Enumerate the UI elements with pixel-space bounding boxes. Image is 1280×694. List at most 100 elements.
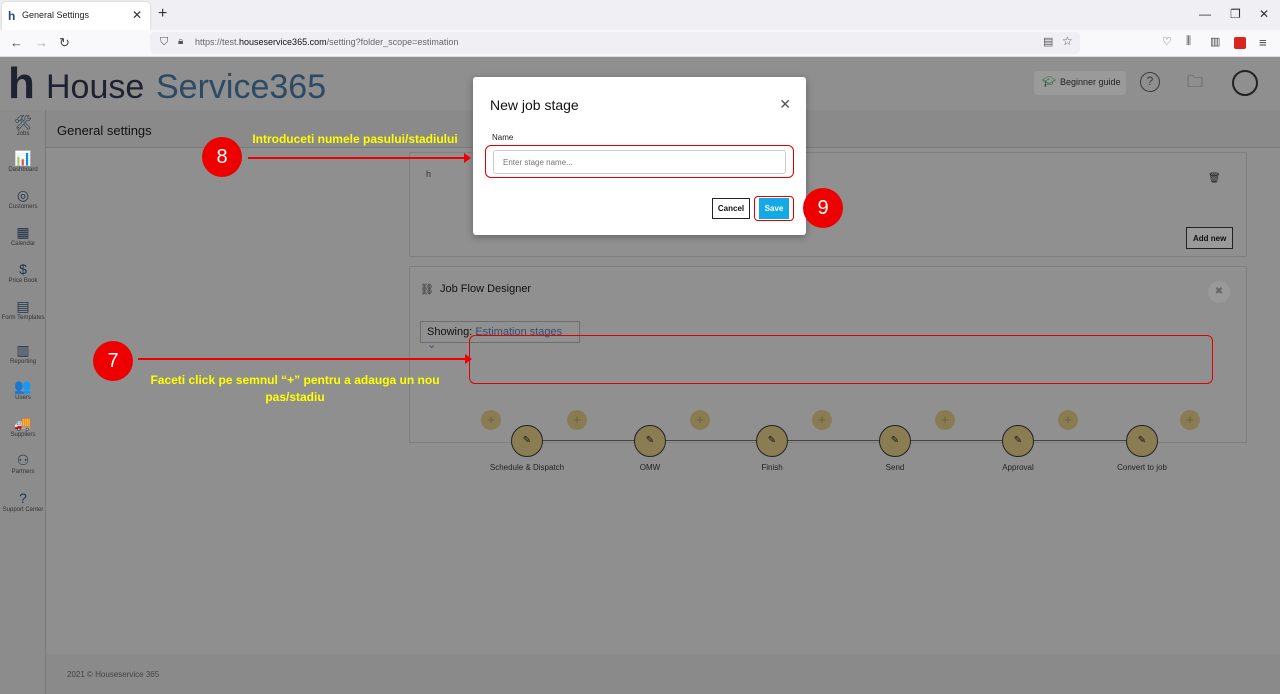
partners-icon: ⚇ [16,452,30,468]
cancel-button[interactable]: Cancel [712,198,750,219]
sidebar-item-customers[interactable]: ◎ Customers [0,187,46,210]
page-title: General settings [57,123,152,138]
sidebar-item-label: Jobs [16,131,30,137]
pocket-icon[interactable]: ♡ [1162,35,1172,48]
logo-text-service: Service365 [156,68,327,106]
close-icon[interactable]: ✕ [779,96,791,113]
minimize-icon[interactable]: — [1199,7,1211,21]
sidebar-item-label: Partners [11,469,35,475]
folder-icon[interactable]: 🗀 [1184,71,1206,93]
sidebar-item-label: Suppliers [10,432,36,438]
sidebar-item-users[interactable]: 👥 Users [0,378,46,401]
add-new-button[interactable]: Add new [1186,227,1234,249]
stage-edit-button[interactable]: ✎ [879,425,911,457]
stage-edit-button[interactable]: ✎ [756,425,788,457]
add-stage-plus-icon[interactable]: + [935,410,955,430]
avatar[interactable] [1232,70,1258,96]
tab-title: General Settings [22,10,90,20]
footer-text: 2021 © Houseservice 365 [67,670,160,679]
footer: 2021 © Houseservice 365 [46,654,1280,694]
sidebar-toggle-icon[interactable]: ▥ [1210,35,1220,48]
graduation-cap-icon: 🎓︎ [1042,76,1056,88]
truck-icon: 🚚 [14,415,32,431]
sidebar-item-label: Form Templates [1,315,45,321]
step-9-callout: 9 [803,188,843,228]
users-icon: 👥 [14,378,32,394]
browser-navbar: ← → ↻ ⛉ 🔒︎ https://test.houseservice365.… [0,30,1280,57]
reload-icon[interactable]: ↻ [59,35,70,51]
library-icon[interactable]: ⫼ [1186,35,1191,48]
tools-icon: 🛠 [14,114,32,130]
highlight-save-button [754,196,794,221]
stage-edit-button[interactable]: ✎ [634,425,666,457]
add-stage-plus-icon[interactable]: + [481,410,501,430]
add-stage-plus-icon[interactable]: + [1180,410,1200,430]
sidebar-item-label: Calendar [10,241,36,247]
menu-icon[interactable]: ≡ [1259,35,1267,50]
sidebar-item-label: Support Center [2,507,44,513]
sidebar-item-label: Reporting [9,359,36,365]
sidebar-item-label: Price Book [8,278,38,284]
form-icon: ▤ [16,298,30,314]
add-stage-plus-icon[interactable]: + [1058,410,1078,430]
add-stage-plus-icon[interactable]: + [567,410,587,430]
modal-title: New job stage [490,97,579,113]
url-bar[interactable]: ⛉ 🔒︎ https://test.houseservice365.com/se… [150,32,1080,54]
restore-icon[interactable]: ❐ [1230,7,1241,21]
customers-icon: ◎ [16,187,30,203]
stage-label: Approval [1002,463,1034,472]
step-7-text: Faceti click pe semnul “+” pentru a adau… [150,373,440,404]
add-stage-plus-icon[interactable]: + [812,410,832,430]
stage-edit-button[interactable]: ✎ [1126,425,1158,457]
stage-edit-button[interactable]: ✎ [511,425,543,457]
sidebar-item-support-center[interactable]: ? Support Center [0,490,46,513]
logo-mark: h [8,59,35,108]
reporting-icon: ▥ [16,342,30,358]
flow-title: Job Flow Designer [440,283,532,295]
favicon-icon: h [8,9,16,23]
new-tab-button[interactable]: + [158,5,167,23]
url-text[interactable]: https://test.houseservice365.com/setting… [195,37,458,47]
sidebar-item-partners[interactable]: ⚇ Partners [0,452,46,475]
sidebar-item-label: Customers [8,204,38,210]
sidebar-item-jobs[interactable]: 🛠 Jobs [0,114,46,137]
close-tab-icon[interactable]: ✕ [132,8,142,22]
showing-label: Showing: [427,326,473,338]
name-label: Name [492,133,514,142]
chart-icon: 📊 [14,150,32,166]
sidebar-item-price-book[interactable]: $ Price Book [0,261,46,284]
sidebar-item-form-templates[interactable]: ▤ Form Templates [0,298,46,321]
help-icon[interactable]: ? [1140,72,1160,92]
beginner-guide-label: Beginner guide [1060,77,1121,87]
back-icon[interactable]: ← [10,35,23,50]
reader-icon[interactable]: ▤ [1043,35,1053,48]
stage-label: Convert to job [1117,463,1167,472]
beginner-guide-button[interactable]: 🎓︎ Beginner guide [1034,71,1126,95]
browser-tab[interactable]: h General Settings ✕ [2,2,150,30]
add-stage-plus-icon[interactable]: + [690,410,710,430]
browser-tabbar: h General Settings ✕ + — ❐ ✕ [0,0,1280,30]
sidebar-item-suppliers[interactable]: 🚚 Suppliers [0,415,46,438]
chevron-down-icon: ⌄ [427,339,437,351]
extension-icon[interactable] [1234,37,1246,49]
calendar-icon: ▦ [16,224,30,240]
stage-edit-button[interactable]: ✎ [1002,425,1034,457]
lock-icon: 🔒︎ [178,36,184,47]
close-window-icon[interactable]: ✕ [1259,7,1269,21]
trash-icon[interactable]: 🗑︎ [1208,173,1221,184]
collapse-icon[interactable]: ✖ [1208,281,1230,303]
sidebar: 🛠 Jobs 📊 Dashboard ◎ Customers ▦ Calendar $ Price… [0,110,46,694]
flow-line [527,440,1142,441]
stage-label: Send [885,463,905,472]
sidebar-item-reporting[interactable]: ▥ Reporting [0,342,46,365]
sidebar-item-calendar[interactable]: ▦ Calendar [0,224,46,247]
stage-label: Schedule & Dispatch [489,463,565,472]
sidebar-item-dashboard[interactable]: 📊 Dashboard [0,150,46,173]
stage-label: OMW [639,463,661,472]
stage-row-text: h [426,169,432,179]
forward-icon[interactable]: → [35,35,48,50]
logo-text-house: House [46,68,145,106]
bookmark-star-icon[interactable]: ☆ [1062,34,1073,48]
pricebook-icon: $ [19,261,27,277]
sidebar-item-label: Users [15,395,31,401]
